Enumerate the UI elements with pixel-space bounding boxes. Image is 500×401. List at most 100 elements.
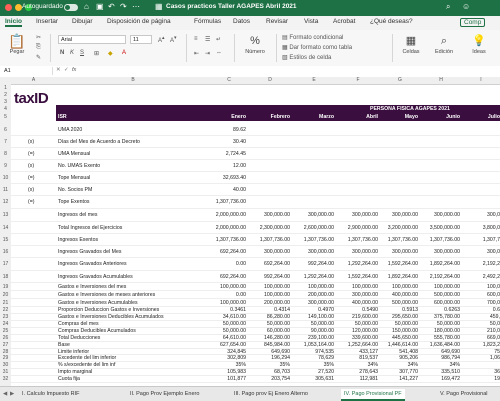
value-cell[interactable]: 300,0 xyxy=(462,249,500,255)
value-cell[interactable]: 992,264.00 xyxy=(248,274,290,280)
value-cell[interactable]: 196,294 xyxy=(248,355,290,361)
sheet-tab[interactable]: II. Pago Prov Ejemplo Enero xyxy=(130,389,199,399)
value-cell[interactable]: 295,650.00 xyxy=(380,314,418,320)
value-cell[interactable]: 1,292,264.00 xyxy=(336,261,378,267)
cells-button[interactable]: ▦ Celdas xyxy=(398,33,424,55)
row-label[interactable]: Ingresos Gravados Acumulables xyxy=(58,274,133,280)
tab-dibujar[interactable]: Dibujar xyxy=(72,18,93,25)
value-cell[interactable]: 0.5913 xyxy=(380,307,418,313)
name-box[interactable]: A1 xyxy=(2,67,53,75)
copy-icon[interactable]: ⎘ xyxy=(36,44,41,51)
value-cell[interactable]: 210,0 xyxy=(462,328,500,334)
value-cell[interactable]: 100,000.00 xyxy=(420,284,460,290)
row-number[interactable]: 21 xyxy=(0,299,11,307)
row-number[interactable]: 1 xyxy=(0,84,11,92)
row-number[interactable]: 30 xyxy=(0,362,11,369)
value-cell[interactable]: 278,643 xyxy=(336,369,378,375)
value-cell[interactable]: 300,000.00 xyxy=(420,212,460,218)
value-cell[interactable]: 78,629 xyxy=(292,355,334,361)
row-label[interactable]: Gastos e Inversiones de meses anteriores xyxy=(58,292,155,298)
operator-marker[interactable]: (x) xyxy=(28,187,34,193)
value-cell[interactable]: 40.00 xyxy=(210,187,246,193)
row-number[interactable]: 11 xyxy=(0,184,11,196)
sheet-tab[interactable]: I. Calculo Impuesto RIF xyxy=(22,389,79,399)
value-cell[interactable]: 2,300,000.00 xyxy=(248,225,290,231)
row-number[interactable]: 18 xyxy=(0,271,11,283)
conditional-format-button[interactable]: ▤ Formato condicional xyxy=(282,34,343,41)
value-cell[interactable]: 0.3461 xyxy=(210,307,246,313)
tab-insertar[interactable]: Insertar xyxy=(36,18,58,25)
row-label[interactable]: Gastos e Inversiones Acumulables xyxy=(58,300,138,306)
value-cell[interactable]: 141,227 xyxy=(380,376,418,382)
autosave-toggle[interactable] xyxy=(64,4,78,11)
value-cell[interactable]: 2,600,000.00 xyxy=(292,225,334,231)
value-cell[interactable]: 30.40 xyxy=(210,139,246,145)
value-cell[interactable]: 1,823,2 xyxy=(462,342,500,348)
value-cell[interactable]: 845,984.00 xyxy=(248,342,290,348)
fill-color-icon[interactable]: ◆ xyxy=(108,50,113,57)
row-label[interactable]: Ingresos del mes xyxy=(58,212,98,218)
value-cell[interactable]: 300,000.00 xyxy=(336,249,378,255)
share-icon[interactable]: ☺ xyxy=(462,2,470,11)
value-cell[interactable]: 100,000.00 xyxy=(380,284,418,290)
operator-marker[interactable]: (=) xyxy=(28,175,34,181)
value-cell[interactable]: 50,000.00 xyxy=(210,328,246,334)
row-number[interactable]: 26 xyxy=(0,335,11,342)
value-cell[interactable]: 992,264.00 xyxy=(292,261,334,267)
value-cell[interactable]: 692,264.00 xyxy=(210,274,246,280)
tab-acrobat[interactable]: Acrobat xyxy=(333,18,355,25)
value-cell[interactable]: 100,000.00 xyxy=(210,300,246,306)
row-number[interactable]: 29 xyxy=(0,355,11,362)
value-cell[interactable]: 90,000.00 xyxy=(292,328,334,334)
font-name-select[interactable]: Arial xyxy=(58,35,126,44)
underline-icon[interactable]: S xyxy=(80,50,84,56)
column-header-d[interactable]: D xyxy=(248,77,292,83)
row-number[interactable]: 14 xyxy=(0,222,11,234)
value-cell[interactable]: 2,192,2 xyxy=(462,261,500,267)
value-cell[interactable]: 2,900,000.00 xyxy=(336,225,378,231)
value-cell[interactable]: 445,650.00 xyxy=(380,335,418,341)
paste-button[interactable]: 📋 Pegar xyxy=(4,33,30,55)
value-cell[interactable]: 32,693.40 xyxy=(210,175,246,181)
value-cell[interactable]: 50,000.00 xyxy=(380,321,418,327)
tab-revisar[interactable]: Revisar xyxy=(266,18,288,25)
value-cell[interactable]: 100,000.00 xyxy=(210,284,246,290)
value-cell[interactable]: 555,780.00 xyxy=(420,335,460,341)
value-cell[interactable]: 300,000.00 xyxy=(380,249,418,255)
value-cell[interactable]: 2,492,2 xyxy=(462,274,500,280)
value-cell[interactable]: 300,000.00 xyxy=(292,212,334,218)
value-cell[interactable]: 86,280.00 xyxy=(248,314,290,320)
value-cell[interactable]: 149,100.00 xyxy=(292,314,334,320)
value-cell[interactable]: 500,000.00 xyxy=(420,292,460,298)
value-cell[interactable]: 68,703 xyxy=(248,369,290,375)
value-cell[interactable]: 0.6263 xyxy=(420,307,460,313)
home-icon[interactable]: ⌂ xyxy=(84,2,89,11)
operator-marker[interactable]: (x) xyxy=(28,139,34,145)
value-cell[interactable]: 1,307,736.00 xyxy=(336,237,378,243)
tab-nav-next-icon[interactable]: ▶ xyxy=(10,389,14,399)
value-cell[interactable]: 905,206 xyxy=(380,355,418,361)
row-label[interactable]: % s/excedente del lim inf xyxy=(58,362,115,368)
value-cell[interactable]: 600,0 xyxy=(462,292,500,298)
value-cell[interactable]: 0.4314 xyxy=(248,307,290,313)
value-cell[interactable]: 169,472 xyxy=(420,376,460,382)
column-header-b[interactable]: B xyxy=(56,77,210,83)
value-cell[interactable]: 1,307,736.00 xyxy=(210,199,246,205)
outdent-icon[interactable]: ⇥ xyxy=(205,50,210,57)
row-number[interactable]: 31 xyxy=(0,369,11,376)
value-cell[interactable]: 1,292,264.00 xyxy=(292,274,334,280)
value-cell[interactable]: 1,892,264.00 xyxy=(380,274,418,280)
value-cell[interactable]: 2,724.45 xyxy=(210,151,246,157)
value-cell[interactable]: 2,000,000.00 xyxy=(210,225,246,231)
column-header-a[interactable]: A xyxy=(11,77,56,83)
row-number[interactable]: 15 xyxy=(0,234,11,246)
font-size-select[interactable]: 11 xyxy=(130,35,152,44)
search-icon[interactable]: ⌕ xyxy=(446,2,450,12)
value-cell[interactable]: 339,600.00 xyxy=(336,335,378,341)
value-cell[interactable]: 34% xyxy=(420,362,460,368)
value-cell[interactable]: 1,636,484.00 xyxy=(420,342,460,348)
value-cell[interactable]: 203,754 xyxy=(248,376,290,382)
align-icon[interactable]: ≡ xyxy=(194,36,198,42)
value-cell[interactable]: 105,983 xyxy=(210,369,246,375)
value-cell[interactable]: 819,537 xyxy=(336,355,378,361)
